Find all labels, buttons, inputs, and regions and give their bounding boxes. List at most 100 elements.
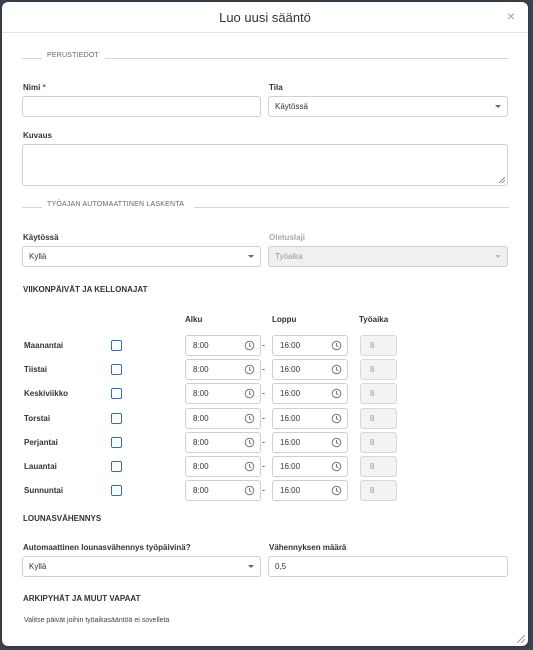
default-type-select: Työaika bbox=[268, 246, 508, 267]
chevron-down-icon bbox=[248, 565, 254, 568]
day-label: Torstai bbox=[24, 414, 51, 423]
auto-calc-enabled-select[interactable]: Kyllä bbox=[22, 246, 261, 267]
end-time-value: 16:00 bbox=[280, 486, 301, 495]
chevron-down-icon bbox=[248, 255, 254, 258]
description-textarea[interactable] bbox=[22, 144, 508, 186]
clock-icon[interactable] bbox=[331, 413, 342, 424]
clock-icon[interactable] bbox=[331, 437, 342, 448]
time-separator: - bbox=[262, 485, 265, 495]
clock-icon[interactable] bbox=[331, 364, 342, 375]
day-checkbox[interactable] bbox=[111, 340, 122, 351]
clock-icon[interactable] bbox=[331, 340, 342, 351]
work-hours-value: 8 bbox=[370, 438, 375, 447]
day-checkbox[interactable] bbox=[111, 437, 122, 448]
day-label: Perjantai bbox=[24, 438, 58, 447]
lunch-amount-label: Vähennyksen määrä bbox=[269, 543, 347, 552]
day-label: Sunnuntai bbox=[24, 486, 64, 495]
clock-icon[interactable] bbox=[244, 485, 255, 496]
clock-icon[interactable] bbox=[244, 388, 255, 399]
work-hours-field: 8 bbox=[360, 456, 397, 477]
description-label: Kuvaus bbox=[23, 131, 52, 140]
close-icon[interactable]: × bbox=[504, 9, 518, 23]
end-time-value: 16:00 bbox=[280, 438, 301, 447]
col-hours-header: Työaika bbox=[359, 315, 389, 324]
name-label: Nimi * bbox=[23, 83, 46, 92]
end-time-input[interactable]: 16:00 bbox=[272, 359, 348, 380]
clock-icon[interactable] bbox=[331, 388, 342, 399]
lunch-auto-select[interactable]: Kyllä bbox=[22, 556, 261, 577]
start-time-input[interactable]: 8:00 bbox=[185, 480, 261, 501]
work-hours-field: 8 bbox=[360, 359, 397, 380]
start-time-input[interactable]: 8:00 bbox=[185, 335, 261, 356]
day-checkbox[interactable] bbox=[111, 485, 122, 496]
day-checkbox[interactable] bbox=[111, 364, 122, 375]
start-time-value: 8:00 bbox=[193, 341, 209, 350]
time-separator: - bbox=[262, 413, 265, 423]
time-separator: - bbox=[262, 388, 265, 398]
clock-icon[interactable] bbox=[244, 413, 255, 424]
end-time-value: 16:00 bbox=[280, 462, 301, 471]
start-time-value: 8:00 bbox=[193, 486, 209, 495]
day-label: Tiistai bbox=[24, 365, 47, 374]
work-hours-field: 8 bbox=[360, 335, 397, 356]
start-time-input[interactable]: 8:00 bbox=[185, 408, 261, 429]
end-time-input[interactable]: 16:00 bbox=[272, 432, 348, 453]
resize-grip-icon[interactable] bbox=[499, 177, 505, 183]
end-time-input[interactable]: 16:00 bbox=[272, 408, 348, 429]
time-separator: - bbox=[262, 340, 265, 350]
status-label: Tila bbox=[269, 83, 283, 92]
end-time-input[interactable]: 16:00 bbox=[272, 335, 348, 356]
auto-calc-label: TYÖAJAN AUTOMAATTINEN LASKENTA bbox=[47, 201, 185, 208]
start-time-value: 8:00 bbox=[193, 462, 209, 471]
start-time-value: 8:00 bbox=[193, 438, 209, 447]
time-separator: - bbox=[262, 364, 265, 374]
work-hours-field: 8 bbox=[360, 432, 397, 453]
clock-icon[interactable] bbox=[331, 461, 342, 472]
end-time-input[interactable]: 16:00 bbox=[272, 480, 348, 501]
end-time-value: 16:00 bbox=[280, 365, 301, 374]
auto-calc-divider: TYÖAJAN AUTOMAATTINEN LASKENTA bbox=[22, 201, 509, 213]
holidays-heading: ARKIPYHÄT JA MUUT VAPAAT bbox=[23, 594, 141, 603]
work-hours-field: 8 bbox=[360, 480, 397, 501]
status-select[interactable]: Käytössä bbox=[268, 96, 508, 117]
work-hours-value: 8 bbox=[370, 341, 375, 350]
start-time-value: 8:00 bbox=[193, 389, 209, 398]
start-time-value: 8:00 bbox=[193, 365, 209, 374]
start-time-input[interactable]: 8:00 bbox=[185, 383, 261, 404]
time-separator: - bbox=[262, 437, 265, 447]
clock-icon[interactable] bbox=[244, 437, 255, 448]
default-type-value: Työaika bbox=[275, 252, 303, 261]
clock-icon[interactable] bbox=[244, 364, 255, 375]
resize-grip-icon[interactable] bbox=[517, 635, 525, 643]
col-end-header: Loppu bbox=[272, 315, 297, 324]
end-time-input[interactable]: 16:00 bbox=[272, 383, 348, 404]
default-type-label: Oletuslaji bbox=[269, 233, 306, 242]
work-hours-field: 8 bbox=[360, 408, 397, 429]
start-time-input[interactable]: 8:00 bbox=[185, 456, 261, 477]
clock-icon[interactable] bbox=[331, 485, 342, 496]
start-time-input[interactable]: 8:00 bbox=[185, 432, 261, 453]
time-separator: - bbox=[262, 461, 265, 471]
modal-header: Luo uusi sääntö × bbox=[2, 2, 528, 33]
day-checkbox[interactable] bbox=[111, 413, 122, 424]
lunch-heading: LOUNASVÄHENNYS bbox=[23, 514, 102, 523]
end-time-value: 16:00 bbox=[280, 341, 301, 350]
lunch-auto-label: Automaattinen lounasvähennys työpäivinä? bbox=[23, 543, 191, 552]
end-time-input[interactable]: 16:00 bbox=[272, 456, 348, 477]
lunch-amount-input[interactable]: 0,5 bbox=[268, 556, 508, 577]
basic-info-divider: PERUSTIEDOT bbox=[22, 52, 509, 64]
day-checkbox[interactable] bbox=[111, 461, 122, 472]
basic-info-label: PERUSTIEDOT bbox=[47, 52, 99, 59]
start-time-input[interactable]: 8:00 bbox=[185, 359, 261, 380]
status-value: Käytössä bbox=[275, 102, 308, 111]
name-input[interactable] bbox=[22, 96, 261, 117]
modal-title: Luo uusi sääntö bbox=[219, 10, 311, 25]
day-checkbox[interactable] bbox=[111, 388, 122, 399]
work-hours-value: 8 bbox=[370, 389, 375, 398]
work-hours-field: 8 bbox=[360, 383, 397, 404]
lunch-amount-value: 0,5 bbox=[275, 562, 287, 571]
day-label: Maanantai bbox=[24, 341, 64, 350]
lunch-auto-value: Kyllä bbox=[29, 562, 47, 571]
clock-icon[interactable] bbox=[244, 340, 255, 351]
clock-icon[interactable] bbox=[244, 461, 255, 472]
